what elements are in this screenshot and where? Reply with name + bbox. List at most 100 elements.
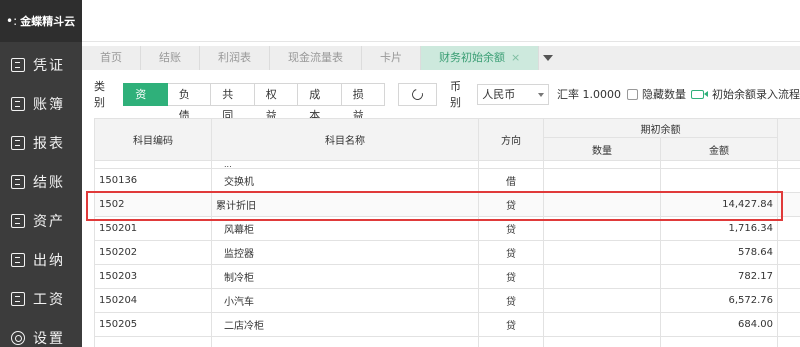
table-row[interactable]: 150136 交换机 借 <box>94 168 800 193</box>
table-row[interactable]: 150204 小汽车 贷 6,572.76 <box>94 288 800 313</box>
hide-quantity-label[interactable]: 隐藏数量 <box>642 86 686 102</box>
sidebar-item-payroll[interactable]: 工资 <box>0 279 82 318</box>
cell-amount[interactable]: 1,716.34 <box>660 216 778 241</box>
currency-select[interactable]: 人民币 <box>477 83 549 105</box>
tab-opening-balance[interactable]: 财务初始余额 × <box>421 46 540 70</box>
table-row[interactable]: 150201 风幕柜 贷 1,716.34 <box>94 216 800 241</box>
cell-amount[interactable] <box>660 336 778 347</box>
type-segmented-control: 资产 负债 共同 权益 成本 损益 <box>123 82 386 122</box>
cell-code[interactable]: 150201 <box>94 216 212 241</box>
tab-home[interactable]: 首页 <box>82 46 141 70</box>
cell-name[interactable]: 交换机 <box>211 168 479 193</box>
sidebar-item-cashier[interactable]: 出纳 <box>0 240 82 279</box>
cell-code[interactable]: 150203 <box>94 264 212 289</box>
cell-name[interactable]: 监控器 <box>211 240 479 265</box>
cell-direction[interactable]: 贷 <box>478 192 544 217</box>
sidebar-item-voucher[interactable]: 凭证 <box>0 45 82 84</box>
type-pl-button[interactable]: 损益 <box>341 82 386 122</box>
asset-icon <box>11 213 25 228</box>
report-icon <box>11 135 25 150</box>
col-header-amount[interactable]: 金额 <box>660 137 778 161</box>
cell-quantity[interactable] <box>543 264 661 289</box>
cell-quantity[interactable] <box>543 160 661 169</box>
cell-direction[interactable] <box>478 160 544 169</box>
cell-direction[interactable]: 贷 <box>478 288 544 313</box>
sidebar-item-label: 工资 <box>33 291 65 308</box>
cell-amount[interactable]: 684.00 <box>660 312 778 337</box>
payroll-icon <box>11 291 25 306</box>
tab-cards[interactable]: 卡片 <box>362 46 421 70</box>
cell-code[interactable]: 150136 <box>94 168 212 193</box>
table-row[interactable]: 150203 制冷柜 贷 782.17 <box>94 264 800 289</box>
cell-code[interactable]: 150204 <box>94 288 212 313</box>
table-row[interactable]: 150202 监控器 贷 578.64 <box>94 240 800 265</box>
table-row-partial[interactable]: ... <box>94 160 800 169</box>
cell-direction[interactable]: 贷 <box>478 312 544 337</box>
chevron-down-icon[interactable] <box>539 46 557 70</box>
type-cost-button[interactable]: 成本 <box>298 82 342 122</box>
type-asset-button[interactable]: 资产 <box>123 82 168 122</box>
sidebar-item-report[interactable]: 报表 <box>0 123 82 162</box>
cell-amount[interactable]: 6,572.76 <box>660 288 778 313</box>
cell-direction[interactable]: 贷 <box>478 240 544 265</box>
cell-amount[interactable]: 782.17 <box>660 264 778 289</box>
type-liability-button[interactable]: 负债 <box>167 82 212 122</box>
filter-bar: 类别 资产 负债 共同 权益 成本 损益 币别 人民币 汇率 1.0000 隐藏… <box>82 80 800 122</box>
col-header-name[interactable]: 科目名称 <box>211 118 479 161</box>
cell-name[interactable]: 小汽车 <box>211 288 479 313</box>
currency-value: 人民币 <box>482 88 516 101</box>
cell-quantity[interactable] <box>543 168 661 193</box>
cell-name[interactable]: 累计折旧 <box>211 192 479 217</box>
video-icon[interactable] <box>690 89 708 99</box>
col-header-direction[interactable]: 方向 <box>478 118 544 161</box>
cell-filler <box>777 336 800 347</box>
cell-direction[interactable]: 贷 <box>478 264 544 289</box>
close-icon[interactable]: × <box>511 46 520 70</box>
tab-income-statement[interactable]: 利润表 <box>200 46 270 70</box>
cell-name[interactable]: ... <box>211 160 479 169</box>
cell-direction[interactable]: 贷 <box>478 216 544 241</box>
tab-cash-flow[interactable]: 现金流量表 <box>270 46 362 70</box>
tab-closing[interactable]: 结账 <box>141 46 200 70</box>
hide-quantity-checkbox[interactable] <box>626 88 638 100</box>
table-row-highlighted[interactable]: 1502 累计折旧 贷 14,427.84 <box>94 192 800 217</box>
cell-name[interactable]: 风幕柜 <box>211 216 479 241</box>
type-equity-button[interactable]: 权益 <box>254 82 299 122</box>
brand-logo[interactable]: •: 金蝶精斗云 <box>0 0 82 42</box>
cell-filler <box>777 160 800 169</box>
refresh-button[interactable] <box>398 82 437 106</box>
cell-direction[interactable] <box>478 336 544 347</box>
cell-code[interactable]: 150202 <box>94 240 212 265</box>
cell-name[interactable]: 二店冷柜 <box>211 312 479 337</box>
cell-quantity[interactable] <box>543 312 661 337</box>
entry-flow-link[interactable]: 初始余额录入流程 <box>712 86 800 102</box>
cell-amount[interactable]: 578.64 <box>660 240 778 265</box>
cell-amount[interactable]: 14,427.84 <box>660 192 778 217</box>
cell-quantity[interactable] <box>543 192 661 217</box>
cell-quantity[interactable] <box>543 288 661 313</box>
type-common-button[interactable]: 共同 <box>211 82 255 122</box>
cell-name[interactable]: 制冷柜 <box>211 264 479 289</box>
cell-filler <box>777 192 800 217</box>
cell-code[interactable]: 1502 <box>94 192 212 217</box>
cell-amount[interactable] <box>660 160 778 169</box>
sidebar-item-settings[interactable]: 设置 <box>0 318 82 347</box>
col-header-code[interactable]: 科目编码 <box>94 118 212 161</box>
cell-amount[interactable] <box>660 168 778 193</box>
cell-direction[interactable]: 借 <box>478 168 544 193</box>
cell-quantity[interactable] <box>543 240 661 265</box>
col-header-quantity[interactable]: 数量 <box>543 137 661 161</box>
cell-code[interactable] <box>94 336 212 347</box>
sidebar-item-ledger[interactable]: 账簿 <box>0 84 82 123</box>
table-row[interactable] <box>94 336 800 347</box>
cell-quantity[interactable] <box>543 216 661 241</box>
cell-quantity[interactable] <box>543 336 661 347</box>
cell-code[interactable]: 150205 <box>94 312 212 337</box>
balance-table: 科目编码 科目名称 方向 期初余额 数量 金额 ... 150136 交换机 借… <box>94 118 800 347</box>
table-row[interactable]: 150205 二店冷柜 贷 684.00 <box>94 312 800 337</box>
cell-name[interactable] <box>211 336 479 347</box>
sidebar-item-asset[interactable]: 资产 <box>0 201 82 240</box>
cell-code[interactable] <box>94 160 212 169</box>
sidebar-item-closing[interactable]: 结账 <box>0 162 82 201</box>
rate-label: 汇率 <box>556 88 579 101</box>
